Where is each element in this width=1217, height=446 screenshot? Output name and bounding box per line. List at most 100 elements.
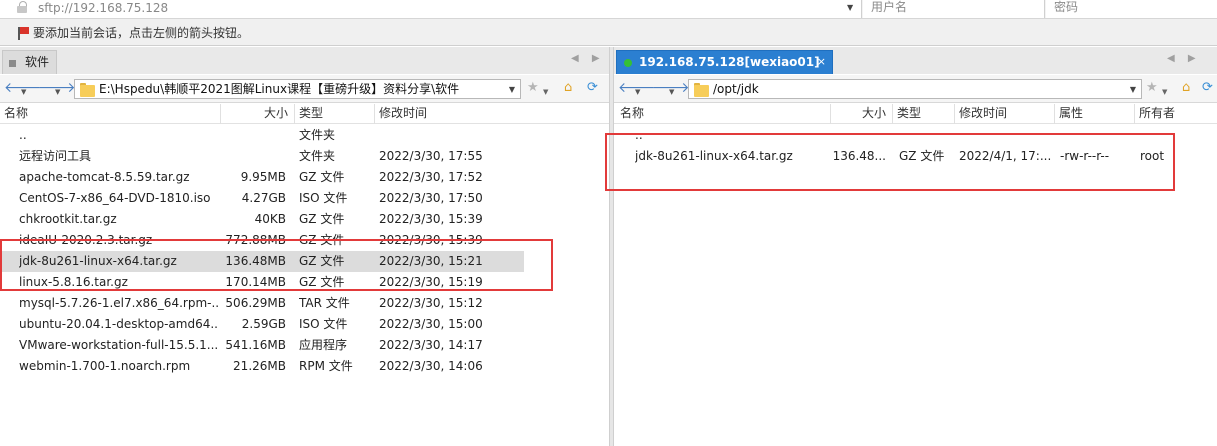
file-name: .. (19, 128, 27, 142)
col-name[interactable]: 名称 (0, 104, 220, 124)
local-path-text: E:\Hspedu\韩顺平2021图解Linux课程【重磅升级】资料分享\软件 (99, 82, 460, 96)
col-attrs[interactable]: 属性 (1054, 104, 1134, 124)
chevron-down-icon[interactable]: ▼ (1130, 85, 1136, 94)
file-name: VMware-workstation-full-15.5.1... (19, 338, 219, 352)
hint-bar: 要添加当前会话，点击左侧的箭头按钮。 (0, 19, 1217, 46)
refresh-icon[interactable]: ⟳ (587, 80, 598, 96)
chevron-down-icon[interactable]: ▼ (21, 84, 26, 100)
file-modified: 2022/3/30, 15:12 (379, 296, 483, 310)
file-modified: 2022/3/30, 17:50 (379, 191, 483, 205)
local-tools: ★ ▼ ⌂ ⟳ (527, 79, 609, 99)
tab-label: 软件 (25, 55, 50, 69)
file-row[interactable]: mysql-5.7.26-1.el7.x86_64.rpm-... 506.29M… (0, 293, 524, 314)
file-name: CentOS-7-x86_64-DVD-1810.iso (19, 191, 211, 205)
file-row[interactable]: VMware-workstation-full-15.5.1... 541.16M… (0, 335, 524, 356)
bookmark-star-icon[interactable]: ★ (1146, 80, 1158, 96)
col-size[interactable]: 大小 (220, 104, 294, 124)
file-row[interactable]: webmin-1.700-1.noarch.rpm 21.26MB RPM 文件 20… (0, 356, 524, 377)
hint-text: 要添加当前会话，点击左侧的箭头按钮。 (33, 26, 250, 40)
file-size: 2.59GB (241, 317, 286, 331)
chevron-down-icon[interactable]: ▼ (509, 85, 515, 94)
local-toolbar: 🡐 ▼ 🡒 ▼ E:\Hspedu\韩顺平2021图解Linux课程【重磅升级】… (0, 75, 609, 103)
close-icon[interactable]: × (817, 51, 826, 73)
file-type: RPM 文件 (299, 359, 353, 373)
file-row[interactable]: apache-tomcat-8.5.59.tar.gz 9.95MB GZ 文件 20… (0, 167, 524, 188)
file-name: apache-tomcat-8.5.59.tar.gz (19, 170, 190, 184)
file-name: ubuntu-20.04.1-desktop-amd64... (19, 317, 219, 331)
connection-bar: sftp://192.168.75.128 ▼ 用户名 密码 (0, 0, 1217, 19)
local-path-field[interactable]: E:\Hspedu\韩顺平2021图解Linux课程【重磅升级】资料分享\软件 … (74, 79, 521, 99)
bookmark-star-icon[interactable]: ★ (527, 80, 539, 96)
connected-status-icon (624, 59, 632, 67)
tab-remote-session[interactable]: 192.168.75.128[wexiao01] × (616, 50, 833, 74)
column-header: 名称 大小 类型 修改时间 属性 所有者 (614, 104, 1217, 124)
col-modified[interactable]: 修改时间 (954, 104, 1054, 124)
col-modified[interactable]: 修改时间 (374, 104, 522, 124)
sftp-client-window: sftp://192.168.75.128 ▼ 用户名 密码 要添加当前会话，点… (0, 0, 1217, 446)
lock-icon (17, 1, 27, 13)
address-dropdown-icon[interactable]: ▼ (847, 3, 853, 12)
username-placeholder: 用户名 (871, 0, 908, 14)
file-size: 21.26MB (233, 359, 286, 373)
file-size: 506.29MB (225, 296, 286, 310)
col-type[interactable]: 类型 (892, 104, 954, 124)
file-type: 应用程序 (299, 338, 348, 352)
tab-local-software[interactable]: 软件 (2, 50, 57, 74)
file-name: 远程访问工具 (19, 149, 92, 163)
address-text: sftp://192.168.75.128 (38, 1, 169, 15)
username-field[interactable]: 用户名 (863, 0, 1045, 18)
chevron-down-icon[interactable]: ▼ (543, 84, 548, 100)
refresh-icon[interactable]: ⟳ (1202, 80, 1213, 96)
flag-icon (17, 27, 29, 40)
file-modified: 2022/3/30, 14:17 (379, 338, 483, 352)
column-header: 名称 大小 类型 修改时间 (0, 104, 609, 124)
file-size: 40KB (254, 212, 286, 226)
annotation-box (605, 133, 1175, 191)
nav-buttons: 🡐 ▼ 🡒 ▼ (4, 80, 76, 100)
tab-label: 192.168.75.128[wexiao01] (639, 55, 820, 69)
chevron-down-icon[interactable]: ▼ (669, 84, 674, 100)
remote-path-field[interactable]: /opt/jdk ▼ (688, 79, 1142, 99)
file-modified: 2022/3/30, 17:55 (379, 149, 483, 163)
folder-icon (80, 83, 95, 97)
file-modified: 2022/3/30, 15:39 (379, 212, 483, 226)
col-name[interactable]: 名称 (616, 104, 830, 124)
pane-splitter[interactable] (609, 47, 614, 446)
file-type: GZ 文件 (299, 212, 345, 226)
remote-path-text: /opt/jdk (713, 82, 759, 96)
file-type: GZ 文件 (299, 170, 345, 184)
nav-buttons: 🡐 ▼ 🡒 ▼ (618, 80, 690, 100)
home-icon[interactable]: ⌂ (564, 80, 572, 96)
chevron-down-icon[interactable]: ▼ (55, 84, 60, 100)
home-icon[interactable]: ⌂ (1182, 80, 1190, 96)
tab-scroll-arrows[interactable]: ◀ ▶ (1167, 53, 1201, 64)
file-modified: 2022/3/30, 17:52 (379, 170, 483, 184)
file-name: mysql-5.7.26-1.el7.x86_64.rpm-... (19, 296, 219, 310)
chevron-down-icon[interactable]: ▼ (635, 84, 640, 100)
chevron-down-icon[interactable]: ▼ (1162, 84, 1167, 100)
tab-status-icon (9, 60, 16, 67)
file-type: ISO 文件 (299, 317, 348, 331)
file-type: 文件夹 (299, 149, 336, 163)
folder-icon (694, 83, 709, 97)
col-owner[interactable]: 所有者 (1134, 104, 1217, 124)
file-row[interactable]: 远程访问工具 文件夹 2022/3/30, 17:55 (0, 146, 524, 167)
file-size: 4.27GB (241, 191, 286, 205)
password-field[interactable]: 密码 (1046, 0, 1217, 18)
file-type: TAR 文件 (299, 296, 350, 310)
remote-tools: ★ ▼ ⌂ ⟳ (1146, 79, 1217, 99)
annotation-box (0, 239, 553, 291)
address-field[interactable]: sftp://192.168.75.128 ▼ (0, 0, 862, 18)
file-type: 文件夹 (299, 128, 336, 142)
file-row[interactable]: .. 文件夹 (0, 125, 524, 146)
file-row[interactable]: chkrootkit.tar.gz 40KB GZ 文件 2022/3/30, 15:… (0, 209, 524, 230)
tab-scroll-arrows[interactable]: ◀ ▶ (571, 53, 605, 64)
file-row[interactable]: CentOS-7-x86_64-DVD-1810.iso 4.27GB ISO 文件… (0, 188, 524, 209)
col-type[interactable]: 类型 (294, 104, 374, 124)
file-type: ISO 文件 (299, 191, 348, 205)
col-size[interactable]: 大小 (830, 104, 892, 124)
file-size: 541.16MB (225, 338, 286, 352)
file-modified: 2022/3/30, 15:00 (379, 317, 483, 331)
file-row[interactable]: ubuntu-20.04.1-desktop-amd64... 2.59GB ISO… (0, 314, 524, 335)
password-placeholder: 密码 (1054, 0, 1079, 14)
